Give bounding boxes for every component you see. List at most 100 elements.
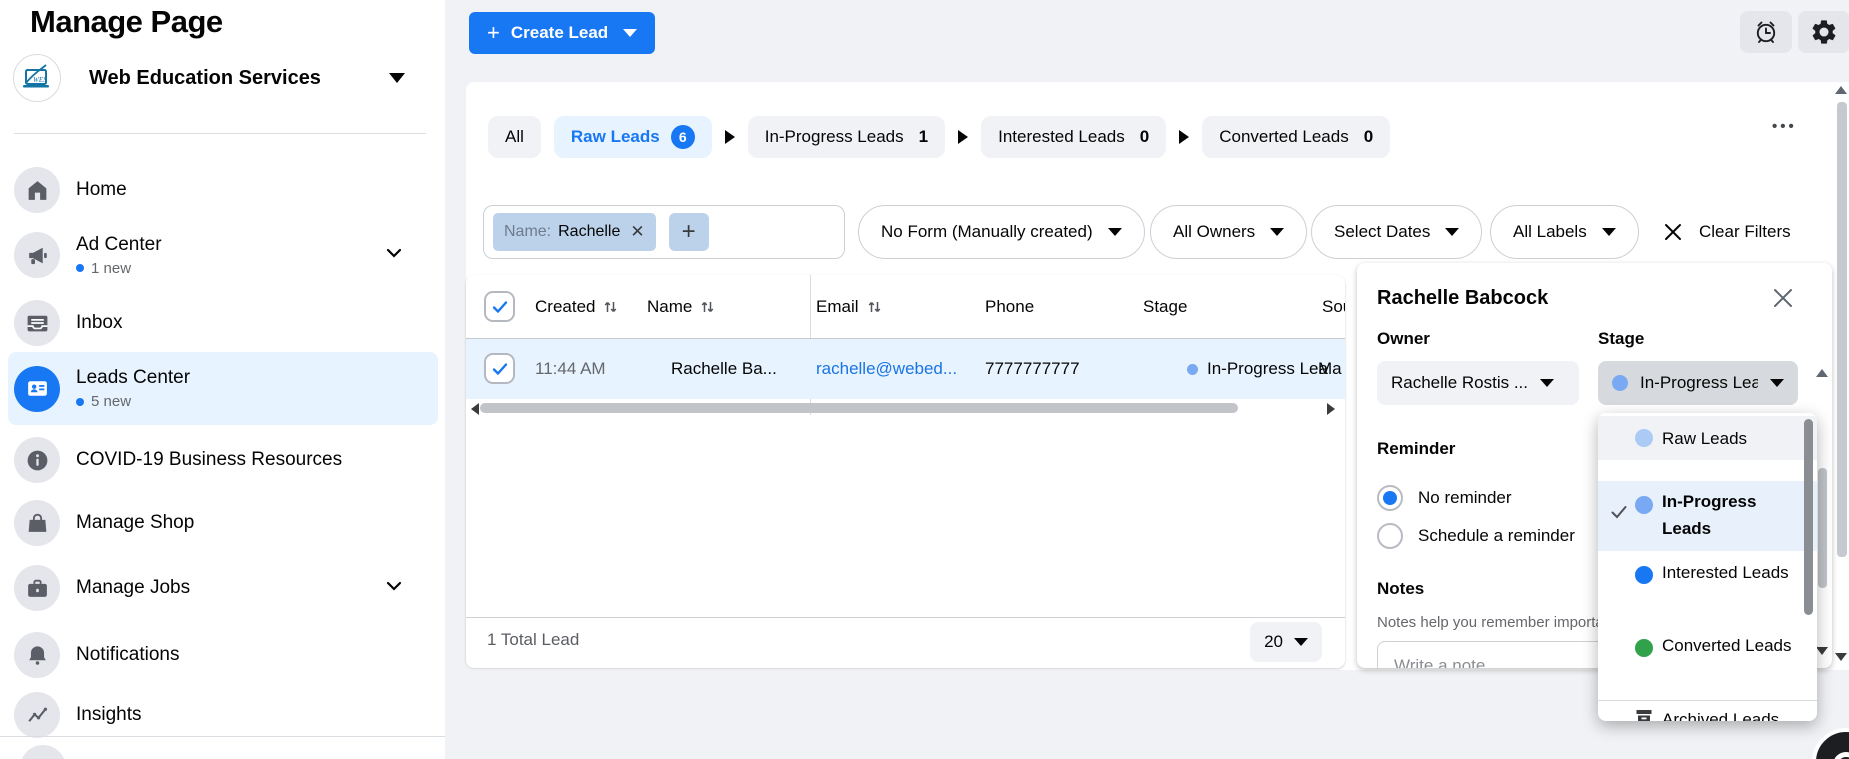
tab-interested-leads[interactable]: Interested Leads 0 (981, 116, 1167, 158)
owner-label: Owner (1377, 329, 1430, 348)
cell-created: 11:44 AM (535, 359, 606, 378)
sidebar-item-leads-center[interactable]: Leads Center 5 new (8, 352, 438, 425)
labels-filter-dropdown[interactable]: All Labels (1490, 205, 1639, 259)
settings-icon-partial[interactable] (20, 745, 66, 759)
stage-dot (1635, 429, 1653, 447)
column-header-source[interactable]: Sou (1322, 275, 1345, 338)
page-scrollbar-thumb[interactable] (1837, 102, 1847, 557)
remove-chip-icon[interactable]: ✕ (630, 222, 644, 242)
form-filter-dropdown[interactable]: No Form (Manually created) (858, 205, 1145, 259)
page-scroll-down-arrow[interactable] (1835, 653, 1847, 661)
leads-table: Created Name Email Phone Stage Sou 11:44… (466, 275, 1345, 668)
info-icon (14, 437, 60, 483)
radio-schedule-reminder[interactable]: Schedule a reminder (1377, 523, 1575, 549)
blue-dot (76, 264, 84, 272)
sidebar-item-inbox[interactable]: Inbox (8, 294, 438, 352)
chevron-down-icon (623, 29, 638, 37)
column-header-name[interactable]: Name (647, 275, 715, 338)
alarm-clock-icon (1756, 21, 1776, 43)
owners-filter-dropdown[interactable]: All Owners (1150, 205, 1308, 259)
chevron-down-icon[interactable] (384, 243, 404, 268)
svg-text:WES: WES (33, 76, 47, 84)
leads-icon (14, 365, 60, 412)
stage-dot (1187, 363, 1198, 375)
column-header-email[interactable]: Email (816, 275, 882, 338)
column-header-phone[interactable]: Phone (985, 275, 1034, 338)
close-icon[interactable] (1770, 285, 1798, 313)
sidebar-item-covid-resources[interactable]: COVID-19 Business Resources (8, 431, 438, 489)
stage-label: Stage (1598, 329, 1645, 348)
cell-phone: 7777777777 (985, 359, 1080, 378)
add-filter-button[interactable]: + (668, 213, 709, 251)
tab-raw-leads[interactable]: Raw Leads 6 (553, 116, 712, 158)
divider (1598, 700, 1817, 701)
row-checkbox[interactable] (484, 353, 515, 384)
check-icon (1611, 506, 1627, 519)
lead-name-title: Rachelle Babcock (1377, 287, 1549, 309)
chevron-down-icon[interactable] (384, 576, 404, 601)
notes-heading: Notes (1377, 579, 1425, 598)
page-size-dropdown[interactable]: 20 (1250, 622, 1322, 662)
clear-filters-button[interactable]: Clear Filters (1662, 205, 1791, 259)
stage-dot (1612, 375, 1628, 391)
select-all-checkbox[interactable] (484, 291, 515, 322)
megaphone-icon (14, 232, 60, 278)
dates-filter-dropdown[interactable]: Select Dates (1311, 205, 1483, 259)
horizontal-scrollbar-thumb[interactable] (480, 403, 1238, 413)
page-selector[interactable]: WES Web Education Services (13, 52, 423, 104)
sidebar-item-ad-center[interactable]: Ad Center 1 new (8, 222, 438, 288)
chevron-down-icon (1294, 638, 1308, 646)
panel-scrollbar-thumb[interactable] (1818, 468, 1827, 588)
menu-item-in-progress-leads[interactable]: In-Progress Leads (1598, 481, 1817, 551)
close-icon (1665, 224, 1681, 240)
sidebar-item-notifications[interactable]: Notifications (8, 626, 438, 684)
column-header-stage[interactable]: Stage (1143, 275, 1187, 338)
column-header-created[interactable]: Created (535, 275, 618, 338)
owner-dropdown[interactable]: Rachelle Rostis ... (1377, 361, 1579, 405)
hscroll-right-arrow[interactable] (1327, 403, 1335, 415)
menu-item-converted-leads[interactable]: Converted Leads (1598, 625, 1817, 699)
panel-scroll-down-arrow[interactable] (1816, 647, 1828, 655)
total-leads-label: 1 Total Lead (487, 630, 580, 649)
search-token-input[interactable]: Name: Rachelle ✕ + (483, 205, 845, 259)
chevron-down-icon (1270, 228, 1285, 236)
cell-name: Rachelle Ba... (671, 359, 777, 378)
menu-item-interested-leads[interactable]: Interested Leads (1598, 553, 1817, 625)
settings-button[interactable] (1798, 11, 1849, 53)
arrow-right-icon (1179, 130, 1190, 144)
chevron-down-icon (1601, 228, 1616, 236)
divider (14, 133, 426, 134)
chevron-down-icon (1445, 228, 1460, 236)
sidebar-item-home[interactable]: Home (8, 161, 438, 219)
check-icon (492, 300, 507, 313)
stage-dropdown[interactable]: In-Progress Lea (1598, 361, 1798, 405)
tab-all[interactable]: All (488, 116, 541, 158)
menu-item-archived-leads[interactable]: Archived Leads (1598, 705, 1817, 721)
create-lead-button[interactable]: + Create Lead (469, 12, 656, 54)
chat-fab[interactable] (1812, 728, 1849, 759)
menu-item-raw-leads[interactable]: Raw Leads (1598, 416, 1817, 460)
sort-icon (700, 299, 715, 315)
menu-scrollbar-thumb[interactable] (1804, 419, 1813, 615)
home-icon (14, 167, 60, 213)
divider (466, 617, 1345, 618)
more-options-icon[interactable]: ••• (1772, 118, 1797, 135)
arrow-right-icon (958, 130, 969, 144)
archive-icon (1636, 710, 1652, 721)
radio-no-reminder[interactable]: No reminder (1377, 485, 1512, 511)
panel-scroll-up-arrow[interactable] (1816, 369, 1828, 377)
cell-email-link[interactable]: rachelle@webed... (816, 339, 957, 399)
tab-converted-leads[interactable]: Converted Leads 0 (1202, 116, 1391, 158)
page-logo: WES (13, 54, 61, 102)
sidebar-item-manage-shop[interactable]: Manage Shop (8, 494, 438, 552)
reminders-clock-button[interactable] (1740, 11, 1792, 53)
stage-tabs: All Raw Leads 6 In-Progress Leads 1 Intere… (488, 116, 1391, 158)
hscroll-left-arrow[interactable] (471, 403, 479, 415)
inbox-icon (14, 300, 60, 346)
page-scroll-up-arrow[interactable] (1835, 86, 1847, 94)
sidebar-item-manage-jobs[interactable]: Manage Jobs (8, 559, 438, 617)
notes-helper-text: Notes help you remember importa (1377, 614, 1599, 631)
tab-in-progress-leads[interactable]: In-Progress Leads 1 (747, 116, 946, 158)
chevron-down-icon (1770, 379, 1784, 387)
sort-icon (867, 299, 882, 315)
